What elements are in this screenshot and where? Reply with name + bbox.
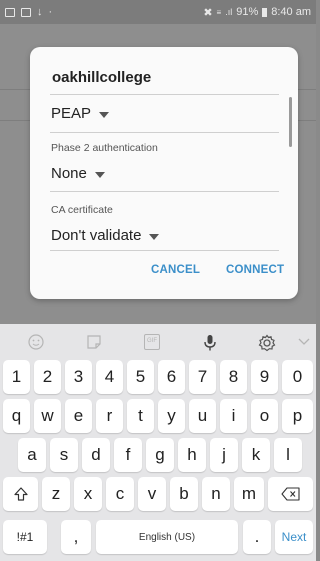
- notification-icon: [5, 7, 15, 17]
- key-l[interactable]: l: [274, 438, 302, 472]
- key-y[interactable]: y: [158, 399, 185, 433]
- backspace-key[interactable]: [268, 477, 313, 511]
- divider: [50, 191, 279, 192]
- key-p[interactable]: p: [282, 399, 313, 433]
- battery-percent: 91%: [236, 6, 259, 18]
- phase2-label: Phase 2 authentication: [51, 142, 158, 154]
- dropdown-arrow-icon: [99, 111, 110, 118]
- key-m[interactable]: m: [234, 477, 264, 511]
- settings-icon[interactable]: [258, 334, 276, 352]
- cancel-button[interactable]: CANCEL: [151, 264, 200, 276]
- key-9[interactable]: 9: [251, 360, 278, 394]
- signal-icon: .ıl: [225, 7, 233, 17]
- sticker-icon[interactable]: [86, 334, 102, 350]
- key-w[interactable]: w: [34, 399, 61, 433]
- comma-key[interactable]: ,: [61, 520, 91, 554]
- key-d[interactable]: d: [82, 438, 110, 472]
- image-icon: [21, 7, 31, 17]
- eap-method-value: PEAP: [51, 105, 92, 122]
- dropdown-arrow-icon: [94, 171, 105, 178]
- ca-certificate-value: Don't validate: [51, 227, 142, 244]
- key-x[interactable]: x: [74, 477, 102, 511]
- download-icon: ↓: [37, 6, 43, 18]
- key-0[interactable]: 0: [282, 360, 313, 394]
- key-u[interactable]: u: [189, 399, 216, 433]
- collapse-keyboard-icon[interactable]: [296, 334, 312, 350]
- key-a[interactable]: a: [18, 438, 46, 472]
- key-g[interactable]: g: [146, 438, 174, 472]
- key-6[interactable]: 6: [158, 360, 185, 394]
- gif-icon[interactable]: GIF: [144, 334, 160, 350]
- key-s[interactable]: s: [50, 438, 78, 472]
- wifi-icon: ≡: [216, 7, 222, 17]
- key-7[interactable]: 7: [189, 360, 216, 394]
- wifi-connect-dialog: oakhillcollege PEAP Phase 2 authenticati…: [30, 47, 298, 299]
- dot-icon: ·: [48, 6, 53, 18]
- key-h[interactable]: h: [178, 438, 206, 472]
- emoji-icon[interactable]: [28, 334, 44, 350]
- divider: [50, 94, 279, 95]
- scrollbar[interactable]: [289, 97, 292, 147]
- key-8[interactable]: 8: [220, 360, 247, 394]
- mute-icon: ✖: [203, 6, 213, 19]
- key-q[interactable]: q: [3, 399, 30, 433]
- key-1[interactable]: 1: [3, 360, 30, 394]
- divider: [50, 250, 279, 251]
- status-bar: ↓ · ✖ ≡ .ıl 91% 8:40 am: [0, 0, 316, 24]
- shift-icon: [13, 487, 28, 501]
- connect-button[interactable]: CONNECT: [226, 264, 284, 276]
- key-o[interactable]: o: [251, 399, 278, 433]
- key-3[interactable]: 3: [65, 360, 92, 394]
- key-r[interactable]: r: [96, 399, 123, 433]
- key-2[interactable]: 2: [34, 360, 61, 394]
- battery-icon: [262, 7, 268, 17]
- divider: [50, 132, 279, 133]
- keyboard: GIF 1 2 3 4 5 6 7 8 9 0 q w e r t y u i …: [0, 324, 316, 561]
- key-z[interactable]: z: [42, 477, 70, 511]
- key-e[interactable]: e: [65, 399, 92, 433]
- ca-certificate-label: CA certificate: [51, 204, 113, 216]
- key-4[interactable]: 4: [96, 360, 123, 394]
- keyboard-toolbar: GIF: [0, 324, 316, 360]
- phase2-value: None: [51, 165, 87, 182]
- key-i[interactable]: i: [220, 399, 247, 433]
- microphone-icon[interactable]: [202, 334, 218, 351]
- next-key[interactable]: Next: [275, 520, 313, 554]
- key-v[interactable]: v: [138, 477, 166, 511]
- network-name: oakhillcollege: [52, 69, 152, 86]
- symbols-key[interactable]: !#1: [3, 520, 47, 554]
- backspace-icon: [280, 487, 300, 501]
- key-c[interactable]: c: [106, 477, 134, 511]
- shift-key[interactable]: [3, 477, 38, 511]
- key-j[interactable]: j: [210, 438, 238, 472]
- key-f[interactable]: f: [114, 438, 142, 472]
- space-key[interactable]: English (US): [96, 520, 238, 554]
- dropdown-arrow-icon: [149, 233, 160, 240]
- clock: 8:40 am: [271, 6, 311, 18]
- phase2-dropdown[interactable]: None: [51, 165, 105, 182]
- key-5[interactable]: 5: [127, 360, 154, 394]
- key-n[interactable]: n: [202, 477, 230, 511]
- key-t[interactable]: t: [127, 399, 154, 433]
- key-k[interactable]: k: [242, 438, 270, 472]
- period-key[interactable]: .: [243, 520, 271, 554]
- eap-method-dropdown[interactable]: PEAP: [51, 105, 110, 122]
- key-b[interactable]: b: [170, 477, 198, 511]
- ca-certificate-dropdown[interactable]: Don't validate: [51, 227, 160, 244]
